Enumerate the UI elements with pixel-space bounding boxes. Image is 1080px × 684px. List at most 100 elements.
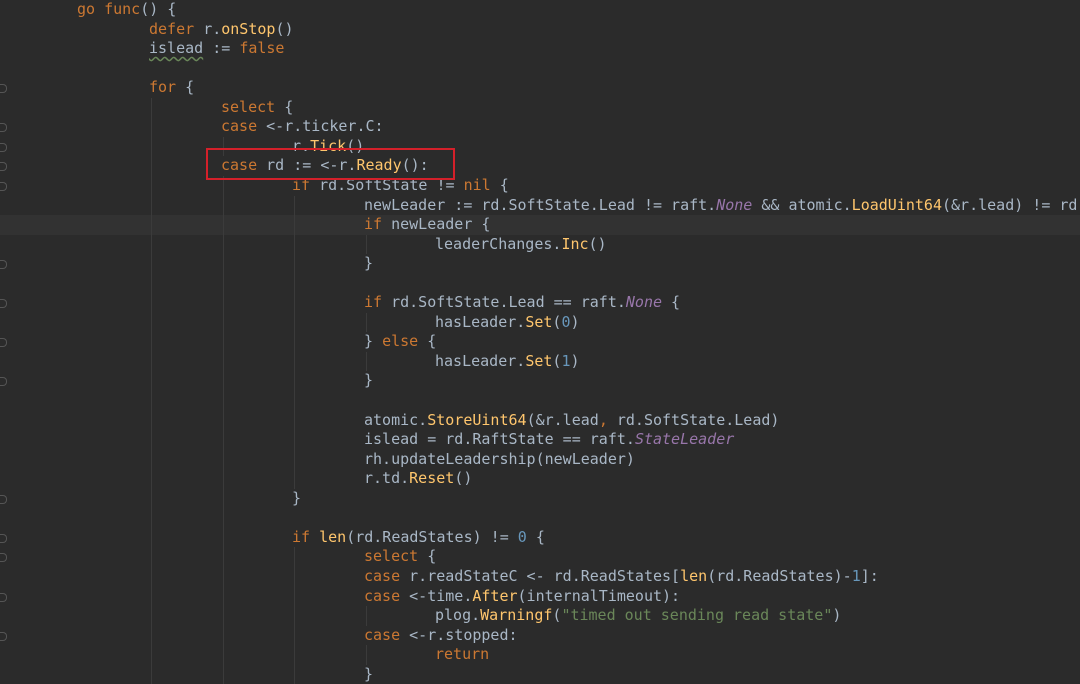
- code-token: go: [77, 0, 105, 18]
- indent-guide: [223, 312, 224, 333]
- code-line[interactable]: }: [0, 488, 1080, 509]
- code-text: plog.Warningf("timed out sending read st…: [435, 606, 841, 626]
- code-token: (&r.lead) != rd.: [941, 195, 1080, 214]
- indent-guide: [151, 508, 152, 528]
- indent-guide: [294, 645, 295, 665]
- code-token: {: [427, 332, 437, 351]
- indent-guide: [151, 566, 152, 587]
- code-token: ,: [598, 410, 617, 429]
- indent-guide: [223, 547, 224, 567]
- indent-guide: [151, 586, 152, 607]
- code-line[interactable]: [0, 59, 1080, 79]
- indent-guide: [294, 410, 295, 431]
- code-token: nil: [463, 175, 500, 194]
- code-line[interactable]: case r.readStateC <- rd.ReadStates[len(r…: [0, 566, 1080, 587]
- code-line[interactable]: hasLeader.Set(1): [0, 351, 1080, 372]
- code-line[interactable]: [0, 391, 1080, 411]
- indent-guide: [223, 195, 224, 216]
- code-line[interactable]: [0, 273, 1080, 294]
- code-text: if newLeader {: [364, 215, 490, 235]
- code-line[interactable]: if len(rd.ReadStates) != 0 {: [0, 527, 1080, 548]
- code-line[interactable]: select {: [0, 97, 1080, 118]
- code-line[interactable]: newLeader := rd.SoftState.Lead != raft.N…: [0, 195, 1080, 216]
- code-line[interactable]: [0, 508, 1080, 528]
- code-token: else: [382, 332, 428, 351]
- code-token: None: [716, 195, 753, 214]
- code-token: After: [472, 586, 518, 605]
- code-token: <-r.ticker.C:: [266, 117, 384, 136]
- code-text: return: [435, 645, 489, 665]
- indent-guide: [294, 391, 295, 411]
- code-token: hasLeader.: [435, 312, 526, 331]
- code-token: None: [625, 293, 663, 312]
- code-text: atomic.StoreUint64(&r.lead, rd.SoftState…: [364, 411, 779, 431]
- code-line[interactable]: go func() {: [0, 0, 1080, 20]
- indent-guide: [151, 547, 152, 567]
- code-line[interactable]: }: [0, 664, 1080, 684]
- code-token: case: [364, 625, 410, 644]
- code-text: if len(rd.ReadStates) != 0 {: [292, 528, 545, 548]
- indent-guide: [151, 664, 152, 684]
- code-line[interactable]: case <-r.stopped:: [0, 625, 1080, 646]
- indent-guide: [294, 215, 295, 235]
- indent-guide: [151, 273, 152, 294]
- indent-guide: [151, 430, 152, 450]
- indent-guide: [294, 273, 295, 294]
- code-line[interactable]: if rd.SoftState.Lead == raft.None {: [0, 293, 1080, 313]
- code-line[interactable]: if newLeader {: [0, 215, 1080, 235]
- code-line[interactable]: case <-r.ticker.C:: [0, 117, 1080, 137]
- code-line[interactable]: }: [0, 371, 1080, 392]
- indent-guide: [223, 606, 224, 626]
- code-token: (rd.ReadStates)-: [707, 566, 852, 585]
- code-line[interactable]: return: [0, 645, 1080, 665]
- indent-guide: [294, 449, 295, 470]
- code-line[interactable]: leaderChanges.Inc(): [0, 234, 1080, 255]
- code-token: (): [275, 19, 294, 38]
- indent-guide: [151, 391, 152, 411]
- code-text: } else {: [364, 332, 436, 352]
- indent-guide: [294, 332, 295, 352]
- code-line[interactable]: case <-time.After(internalTimeout):: [0, 586, 1080, 607]
- code-text: case <-r.stopped:: [364, 626, 518, 646]
- indent-guide: [366, 312, 367, 333]
- code-token: r.td.: [364, 469, 410, 488]
- code-token: }: [292, 488, 302, 507]
- indent-guide: [223, 469, 224, 489]
- code-token: ]:: [860, 566, 879, 585]
- code-line[interactable]: hasLeader.Set(0): [0, 312, 1080, 333]
- code-line[interactable]: if rd.SoftState != nil {: [0, 175, 1080, 196]
- code-token: newLeader {: [391, 215, 491, 234]
- indent-guide: [294, 469, 295, 489]
- code-line[interactable]: atomic.StoreUint64(&r.lead, rd.SoftState…: [0, 410, 1080, 431]
- code-text: select {: [364, 547, 436, 567]
- code-text: r.td.Reset(): [364, 469, 472, 489]
- code-line[interactable]: } else {: [0, 332, 1080, 352]
- code-line[interactable]: select {: [0, 547, 1080, 567]
- code-line[interactable]: case rd := <-r.Ready():: [0, 156, 1080, 176]
- code-token: (): [454, 469, 473, 488]
- code-token: if: [292, 527, 320, 546]
- code-token: (): [588, 234, 607, 253]
- indent-guide: [223, 293, 224, 313]
- code-token: }: [364, 371, 374, 390]
- code-token: ): [570, 351, 580, 370]
- code-token: <-r.stopped:: [409, 625, 518, 644]
- indent-guide: [151, 332, 152, 352]
- code-text: rh.updateLeadership(newLeader): [364, 450, 635, 470]
- indent-guide: [223, 254, 224, 274]
- indent-guide: [151, 449, 152, 470]
- code-line[interactable]: islead := false: [0, 39, 1080, 59]
- code-line[interactable]: islead = rd.RaftState == raft.StateLeade…: [0, 430, 1080, 450]
- code-text: if rd.SoftState.Lead == raft.None {: [364, 293, 680, 313]
- code-line[interactable]: for {: [0, 78, 1080, 98]
- code-token: rd.SoftState.Lead == raft.: [391, 293, 626, 312]
- code-line[interactable]: defer r.onStop(): [0, 20, 1080, 40]
- code-line[interactable]: rh.updateLeadership(newLeader): [0, 449, 1080, 470]
- code-line[interactable]: r.td.Reset(): [0, 469, 1080, 489]
- code-line[interactable]: r.Tick(): [0, 136, 1080, 157]
- code-text: select {: [221, 98, 293, 118]
- code-text: islead := false: [149, 39, 284, 59]
- code-line[interactable]: }: [0, 254, 1080, 274]
- code-editor[interactable]: go func() {defer r.onStop() islead := fal…: [0, 0, 1080, 684]
- code-line[interactable]: plog.Warningf("timed out sending read st…: [0, 606, 1080, 626]
